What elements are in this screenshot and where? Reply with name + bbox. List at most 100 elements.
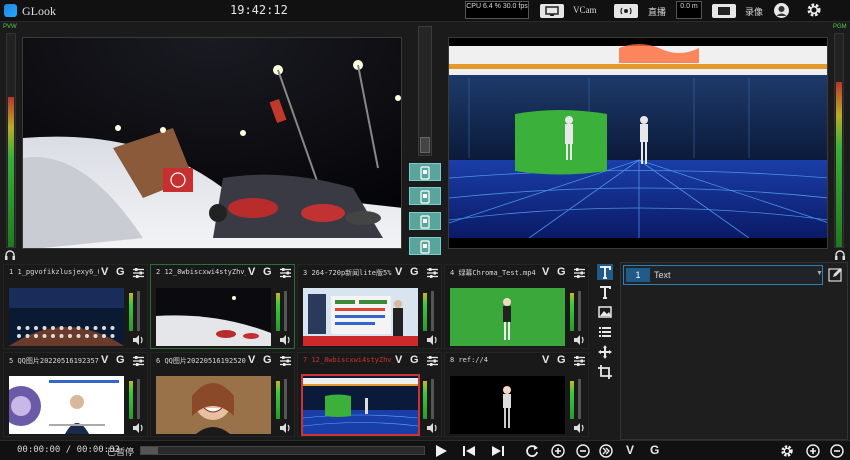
layer-dropdown-icon[interactable]: ▼: [816, 270, 823, 277]
source-volume-slider[interactable]: [431, 291, 434, 331]
transition-t-bar[interactable]: [418, 26, 432, 156]
source-video-toggle[interactable]: V: [395, 354, 402, 366]
source-title: 8 ref://4: [450, 356, 540, 364]
source-graphics-toggle[interactable]: G: [410, 266, 419, 278]
speaker-icon[interactable]: [132, 423, 144, 436]
layer-video-toggle[interactable]: V: [626, 443, 634, 457]
source-video-toggle[interactable]: V: [248, 354, 255, 366]
add-source-icon[interactable]: [551, 444, 565, 460]
source-volume-slider[interactable]: [137, 291, 140, 331]
source-volume-slider[interactable]: [578, 291, 581, 331]
settings-gear-icon[interactable]: [806, 2, 822, 21]
layer-graphics-toggle[interactable]: G: [650, 443, 659, 457]
source-graphics-toggle[interactable]: G: [116, 266, 125, 278]
move-icon[interactable]: [597, 344, 613, 360]
source-settings-sliders-icon[interactable]: [132, 355, 145, 370]
source-filename: QQ图片20220516192520.png: [164, 357, 246, 365]
refresh-icon[interactable]: [525, 444, 539, 460]
source-settings-sliders-icon[interactable]: [426, 355, 439, 370]
remove-layer-icon[interactable]: [830, 444, 844, 460]
record-size-meter: 0.0 m: [676, 1, 702, 19]
add-layer-icon[interactable]: [806, 444, 820, 460]
preview-monitor[interactable]: [22, 37, 402, 249]
list-icon[interactable]: [597, 324, 613, 340]
source-cell-2[interactable]: 2 12_8wbiscxwi4styZhv_0000 (VG: [150, 264, 295, 349]
source-settings-sliders-icon[interactable]: [573, 355, 586, 370]
playback-timecode: 00:00:00 / 00:00:02: [17, 445, 120, 455]
source-title: 5 QQ图片20220516192357.png: [9, 356, 99, 366]
transition-button-wipe[interactable]: [409, 212, 441, 230]
source-graphics-toggle[interactable]: G: [263, 354, 272, 366]
layer-row[interactable]: 1 Text ▼: [623, 265, 823, 285]
preview-headphone-icon[interactable]: [4, 250, 16, 263]
edit-layer-icon[interactable]: [828, 267, 843, 285]
vcam-label: VCam: [573, 5, 597, 15]
source-settings-sliders-icon[interactable]: [279, 267, 292, 282]
remove-source-icon[interactable]: [576, 444, 590, 460]
source-volume-slider[interactable]: [284, 291, 287, 331]
expand-icon[interactable]: [599, 444, 613, 460]
source-graphics-toggle[interactable]: G: [410, 354, 419, 366]
source-settings-sliders-icon[interactable]: [573, 267, 586, 282]
speaker-icon[interactable]: [426, 335, 438, 348]
source-settings-sliders-icon[interactable]: [279, 355, 292, 370]
transition-button-fade[interactable]: [409, 187, 441, 205]
source-video-toggle[interactable]: V: [101, 354, 108, 366]
speaker-icon[interactable]: [279, 335, 291, 348]
next-icon[interactable]: [491, 444, 505, 460]
source-graphics-toggle[interactable]: G: [557, 354, 566, 366]
previous-icon[interactable]: [462, 444, 476, 460]
source-volume-slider[interactable]: [137, 379, 140, 419]
play-icon[interactable]: [434, 444, 448, 460]
source-video-toggle[interactable]: V: [395, 266, 402, 278]
source-cell-7[interactable]: 7 12_8wbiscxwi4styZhv_0000 (VG: [297, 352, 442, 437]
source-volume-slider[interactable]: [431, 379, 434, 419]
transition-button-cut[interactable]: [409, 163, 441, 181]
phone-transition-icon: [420, 240, 430, 254]
account-icon[interactable]: [774, 3, 789, 18]
speaker-icon[interactable]: [132, 335, 144, 348]
vcam-button[interactable]: [540, 4, 564, 18]
playback-bar: 00:00:00 / 00:00:02 已暂停 V G: [0, 440, 850, 460]
source-video-toggle[interactable]: V: [542, 266, 549, 278]
pvw-label: PVW: [3, 24, 17, 30]
source-cell-3[interactable]: 3 264-720p新闻lite版5%.tsVG: [297, 264, 442, 349]
source-cell-1[interactable]: 1 1_pgvofikzlusjexy6_0000.tsVG: [3, 264, 148, 349]
crop-icon[interactable]: [597, 364, 613, 380]
transition-button-slide[interactable]: [409, 237, 441, 255]
source-thumbnail: [156, 376, 271, 434]
source-settings-sliders-icon[interactable]: [426, 267, 439, 282]
source-video-toggle[interactable]: V: [248, 266, 255, 278]
image-icon[interactable]: [597, 304, 613, 320]
phone-transition-icon: [420, 190, 430, 204]
source-video-toggle[interactable]: V: [542, 354, 549, 366]
source-graphics-toggle[interactable]: G: [557, 266, 566, 278]
speaker-icon[interactable]: [573, 335, 585, 348]
source-cell-4[interactable]: 4 绿幕Chroma_Test.mp4 V G: [444, 264, 589, 349]
layer-settings-gear-icon[interactable]: [780, 444, 794, 460]
source-volume-slider[interactable]: [578, 379, 581, 419]
source-graphics-toggle[interactable]: G: [263, 266, 272, 278]
live-button[interactable]: [614, 4, 638, 18]
source-cell-6[interactable]: 6 QQ图片20220516192520.pngVG: [150, 352, 295, 437]
record-button[interactable]: [712, 4, 736, 18]
speaker-icon[interactable]: [426, 423, 438, 436]
source-volume-slider[interactable]: [284, 379, 287, 419]
source-thumbnail-virtual-studio: [303, 376, 418, 434]
speaker-icon[interactable]: [573, 423, 585, 436]
source-settings-sliders-icon[interactable]: [132, 267, 145, 282]
playback-progress-bar[interactable]: [140, 446, 425, 455]
source-filename: 12_8wbiscxwi4styZhv_0000 (: [164, 268, 246, 276]
source-graphics-toggle[interactable]: G: [116, 354, 125, 366]
program-monitor[interactable]: [448, 37, 828, 249]
source-video-toggle[interactable]: V: [101, 266, 108, 278]
source-cell-5[interactable]: 5 QQ图片20220516192357.pngVG: [3, 352, 148, 437]
text-outline-icon[interactable]: [597, 284, 613, 300]
t-bar-handle[interactable]: [420, 137, 430, 153]
source-thumbnail-news-broadcast: [303, 288, 418, 346]
source-cell-8[interactable]: 8 ref://4 V G: [444, 352, 589, 437]
program-scene-image: [449, 38, 827, 248]
speaker-icon[interactable]: [279, 423, 291, 436]
text-icon[interactable]: [597, 264, 613, 280]
source-index: 7: [303, 356, 308, 364]
